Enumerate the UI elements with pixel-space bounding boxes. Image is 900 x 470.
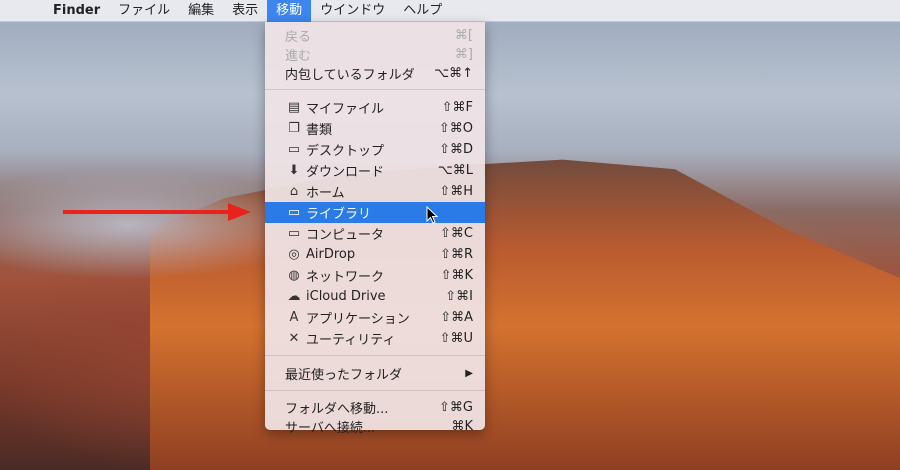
menu-item-utilities[interactable]: ✕ ユーティリティ ⇧⌘U (265, 328, 485, 349)
menu-file[interactable]: ファイル (109, 0, 179, 22)
shortcut: ⇧⌘I (445, 289, 473, 304)
menu-item-recent-folders[interactable]: 最近使ったフォルダ ▶ (265, 363, 485, 384)
menu-item-airdrop[interactable]: ◎ AirDrop ⇧⌘R (265, 244, 485, 265)
shortcut: ⇧⌘K (440, 268, 473, 283)
shortcut: ⇧⌘C (440, 226, 473, 241)
utilities-icon: ✕ (288, 331, 300, 346)
label: デスクトップ (306, 144, 385, 159)
label: マイファイル (306, 102, 385, 117)
menu-item-home[interactable]: ⌂ ホーム ⇧⌘H (265, 181, 485, 202)
label: 進む (285, 49, 312, 64)
go-menu-dropdown: 戻る ⌘[ 進む ⌘] 内包しているフォルダ ⌥⌘↑ ▤ マイファイル ⇧⌘F ❐ 書類 ⇧⌘O… (265, 22, 485, 436)
menu-item-computer[interactable]: ▭ コンピュータ ⇧⌘C (265, 223, 485, 244)
label: ダウンロード (306, 165, 385, 180)
shortcut: ⇧⌘R (440, 247, 473, 262)
shortcut: ⌥⌘L (437, 163, 473, 178)
shortcut: ⇧⌘H (439, 184, 473, 199)
menu-item-back[interactable]: 戻る ⌘[ (265, 26, 485, 45)
airdrop-icon: ◎ (288, 247, 300, 262)
label: 戻る (285, 30, 312, 45)
label: ホーム (306, 186, 345, 201)
shortcut: ⇧⌘O (438, 121, 473, 136)
menu-edit[interactable]: 編集 (179, 0, 223, 22)
apple-menu-icon[interactable] (0, 0, 44, 22)
menu-bar: Finder ファイル 編集 表示 移動 ウインドウ ヘルプ (0, 0, 900, 22)
folder-icon: ▭ (287, 205, 301, 220)
menu-item-go-to-folder[interactable]: フォルダへ移動... ⇧⌘G (265, 398, 485, 417)
mouse-cursor-icon (426, 206, 439, 224)
computer-icon: ▭ (287, 226, 301, 241)
label: ユーティリティ (306, 333, 396, 348)
shortcut: ⌥⌘↑ (434, 66, 473, 81)
shortcut: ⌘] (454, 47, 473, 62)
menu-go[interactable]: 移動 (267, 0, 312, 22)
menu-item-desktop[interactable]: ▭ デスクトップ ⇧⌘D (265, 139, 485, 160)
menu-item-download[interactable]: ⬇ ダウンロード ⌥⌘L (265, 160, 485, 181)
label: フォルダへ移動... (285, 402, 389, 417)
label: ネットワーク (306, 270, 385, 285)
label: 書類 (306, 123, 333, 138)
menu-item-forward[interactable]: 進む ⌘] (265, 45, 485, 64)
submenu-arrow-icon: ▶ (465, 368, 473, 379)
menu-item-folder[interactable]: ▭ ライブラリ (265, 202, 485, 223)
shortcut: ⇧⌘D (439, 142, 473, 157)
menu-item-applications[interactable]: A アプリケーション ⇧⌘A (265, 307, 485, 328)
red-arrow-annotation (63, 203, 251, 221)
menu-finder[interactable]: Finder (44, 0, 109, 22)
label: サーバへ接続... (285, 421, 376, 436)
download-icon: ⬇ (288, 163, 300, 178)
menu-help[interactable]: ヘルプ (394, 0, 451, 22)
shortcut: ⇧⌘A (440, 310, 473, 325)
desktop-icon: ▭ (287, 142, 301, 157)
label: 最近使ったフォルダ (285, 368, 403, 383)
applications-icon: A (289, 310, 299, 325)
menu-item-cloud[interactable]: ☁ iCloud Drive ⇧⌘I (265, 286, 485, 307)
separator (265, 355, 485, 356)
label: ライブラリ (306, 207, 372, 222)
documents-icon: ❐ (288, 121, 300, 136)
cloud-icon: ☁ (287, 289, 301, 304)
menu-item-enclosing-folder[interactable]: 内包しているフォルダ ⌥⌘↑ (265, 64, 485, 83)
shortcut: ⇧⌘G (439, 400, 473, 415)
shortcut: ⌘K (451, 419, 473, 434)
shortcut: ⇧⌘F (441, 100, 473, 115)
label: AirDrop (306, 247, 356, 262)
shortcut: ⌘[ (454, 28, 473, 43)
label: iCloud Drive (306, 289, 386, 304)
all-my-files-icon: ▤ (287, 100, 301, 115)
label: アプリケーション (306, 312, 410, 327)
menu-item-all-my-files[interactable]: ▤ マイファイル ⇧⌘F (265, 97, 485, 118)
label: 内包しているフォルダ (285, 68, 415, 83)
separator (265, 390, 485, 391)
home-icon: ⌂ (289, 184, 299, 199)
menu-item-documents[interactable]: ❐ 書類 ⇧⌘O (265, 118, 485, 139)
label: コンピュータ (306, 228, 385, 243)
shortcut: ⇧⌘U (439, 331, 473, 346)
menu-item-network[interactable]: ◍ ネットワーク ⇧⌘K (265, 265, 485, 286)
separator (265, 89, 485, 90)
network-icon: ◍ (288, 268, 300, 283)
menu-item-connect-to-server[interactable]: サーバへ接続... ⌘K (265, 417, 485, 436)
menu-view[interactable]: 表示 (223, 0, 267, 22)
menu-window[interactable]: ウインドウ (311, 0, 394, 22)
